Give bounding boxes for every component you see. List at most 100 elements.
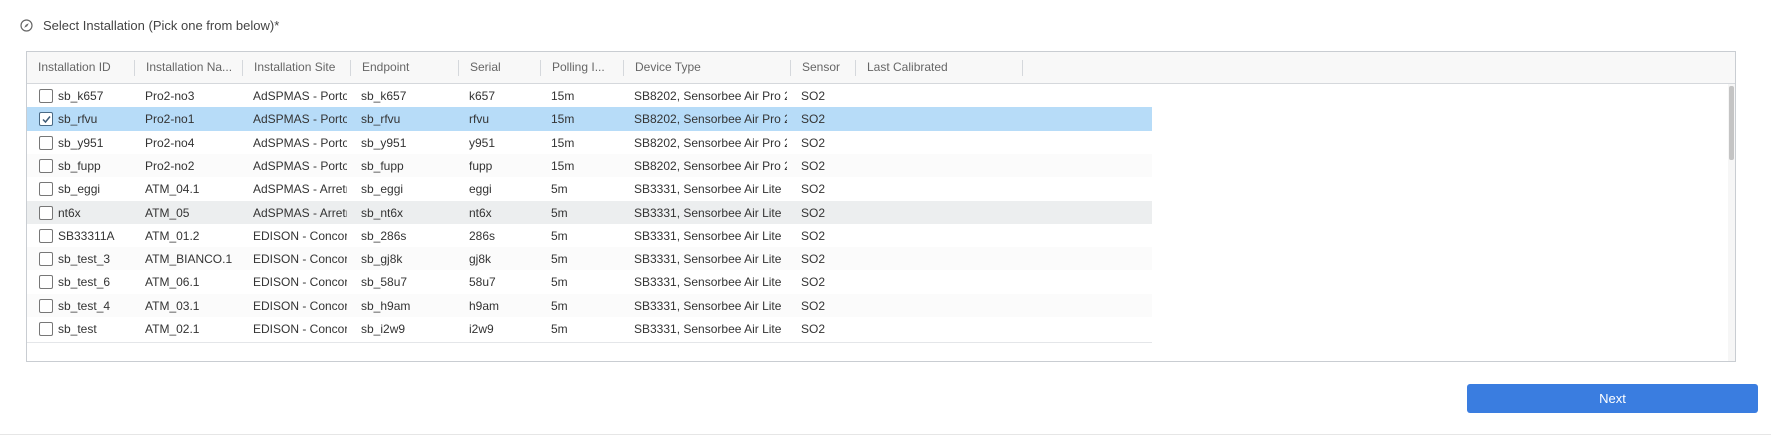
column-resize-handle[interactable] <box>1022 60 1023 76</box>
vertical-scrollbar[interactable] <box>1728 84 1735 361</box>
cell-sensor: SO2 <box>801 112 826 126</box>
cell-polling: 15m <box>551 112 575 126</box>
cell-installation-name: ATM_01.2 <box>145 229 200 243</box>
cell-installation-id: sb_test_3 <box>58 252 111 266</box>
cell-polling: 5m <box>551 299 568 313</box>
cell-device-type: SB3331, Sensorbee Air Lite <box>634 182 782 196</box>
cell-installation-site: EDISON - Concor... <box>253 275 347 289</box>
next-button[interactable]: Next <box>1467 384 1758 413</box>
cell-serial: k657 <box>469 89 496 103</box>
grid-body: sb_k657 Pro2-no3 AdSPMAS - Porto ... sb_k65… <box>27 84 1735 361</box>
cell-endpoint: sb_nt6x <box>361 206 404 220</box>
grid-header: Installation ID Installation Na... Install… <box>27 52 1735 84</box>
cell-sensor: SO2 <box>801 159 826 173</box>
cell-polling: 5m <box>551 229 568 243</box>
cell-installation-id: sb_fupp <box>58 159 101 173</box>
cell-installation-site: EDISON - Concor... <box>253 322 347 336</box>
cell-endpoint: sb_286s <box>361 229 407 243</box>
cell-installation-id: sb_test_6 <box>58 275 111 289</box>
cell-sensor: SO2 <box>801 136 826 150</box>
cell-installation-id: sb_test <box>58 322 97 336</box>
cell-last-calibrated <box>866 154 1019 179</box>
column-header-sensor[interactable]: Sensor <box>791 52 856 83</box>
column-header-installation-site[interactable]: Installation Site <box>243 52 351 83</box>
footer-divider <box>0 434 1771 435</box>
table-row[interactable]: sb_rfvu Pro2-no1 AdSPMAS - Porto ... sb_rfv… <box>27 107 1152 133</box>
cell-serial: eggi <box>469 182 492 196</box>
row-checkbox[interactable] <box>39 252 53 266</box>
row-checkbox[interactable] <box>39 206 53 220</box>
cell-serial: 286s <box>469 229 496 243</box>
cell-polling: 15m <box>551 136 575 150</box>
cell-installation-name: ATM_04.1 <box>145 182 200 196</box>
column-header-last-calibrated[interactable]: Last Calibrated <box>856 52 1023 83</box>
cell-device-type: SB8202, Sensorbee Air Pro 2 <box>634 136 787 150</box>
cell-polling: 5m <box>551 275 568 289</box>
section-header: Select Installation (Pick one from below… <box>20 17 279 33</box>
scrollbar-thumb[interactable] <box>1729 86 1734 160</box>
cell-installation-name: Pro2-no2 <box>145 159 195 173</box>
column-header-installation-name[interactable]: Installation Na... <box>135 52 243 83</box>
cell-device-type: SB3331, Sensorbee Air Lite <box>634 252 782 266</box>
cell-installation-site: AdSPMAS - Arretr... <box>253 182 347 196</box>
cell-installation-name: Pro2-no3 <box>145 89 195 103</box>
section-title: Select Installation (Pick one from below… <box>43 17 280 33</box>
cell-endpoint: sb_58u7 <box>361 275 408 289</box>
cell-installation-site: AdSPMAS - Porto ... <box>253 112 347 126</box>
cell-sensor: SO2 <box>801 89 826 103</box>
cell-serial: h9am <box>469 299 500 313</box>
checkmark-icon <box>42 116 51 124</box>
cell-serial: 58u7 <box>469 275 496 289</box>
column-header-installation-id[interactable]: Installation ID <box>27 52 135 83</box>
cell-installation-name: ATM_06.1 <box>145 275 200 289</box>
cell-installation-name: ATM_02.1 <box>145 322 200 336</box>
cell-sensor: SO2 <box>801 229 826 243</box>
column-header-endpoint[interactable]: Endpoint <box>351 52 459 83</box>
cell-installation-id: sb_y951 <box>58 136 104 150</box>
table-row[interactable]: sb_test ATM_02.1 EDISON - Concor... sb_i2w9… <box>27 317 1152 343</box>
row-checkbox[interactable] <box>39 89 53 103</box>
cell-installation-site: EDISON - Concor... <box>253 252 347 266</box>
cell-serial: gj8k <box>469 252 492 266</box>
cell-serial: y951 <box>469 136 496 150</box>
cell-sensor: SO2 <box>801 252 826 266</box>
row-checkbox[interactable] <box>39 112 53 126</box>
row-checkbox[interactable] <box>39 136 53 150</box>
column-header-serial[interactable]: Serial <box>459 52 541 83</box>
cell-polling: 5m <box>551 322 568 336</box>
cell-installation-name: ATM_05 <box>145 206 190 220</box>
cell-installation-name: Pro2-no1 <box>145 112 195 126</box>
row-checkbox[interactable] <box>39 299 53 313</box>
cell-device-type: SB3331, Sensorbee Air Lite <box>634 322 782 336</box>
row-checkbox[interactable] <box>39 229 53 243</box>
column-header-device-type[interactable]: Device Type <box>624 52 791 83</box>
table-row[interactable]: sb_test_6 ATM_06.1 EDISON - Concor... sb_58… <box>27 270 1152 296</box>
cell-device-type: SB8202, Sensorbee Air Pro 2 <box>634 159 787 173</box>
cell-last-calibrated <box>866 177 1019 202</box>
cell-endpoint: sb_fupp <box>361 159 404 173</box>
cell-sensor: SO2 <box>801 206 826 220</box>
cell-installation-id: sb_rfvu <box>58 112 98 126</box>
cell-installation-id: sb_test_4 <box>58 299 111 313</box>
cell-device-type: SB3331, Sensorbee Air Lite <box>634 229 782 243</box>
cell-installation-id: nt6x <box>58 206 81 220</box>
cell-installation-site: AdSPMAS - Arretr... <box>253 206 347 220</box>
row-checkbox[interactable] <box>39 182 53 196</box>
cell-installation-site: AdSPMAS - Porto ... <box>253 89 347 103</box>
cell-last-calibrated <box>866 224 1019 249</box>
cell-device-type: SB3331, Sensorbee Air Lite <box>634 206 782 220</box>
row-checkbox[interactable] <box>39 275 53 289</box>
cell-serial: i2w9 <box>469 322 494 336</box>
cell-endpoint: sb_i2w9 <box>361 322 406 336</box>
installation-grid: Installation ID Installation Na... Install… <box>26 51 1736 362</box>
cell-installation-site: AdSPMAS - Porto ... <box>253 159 347 173</box>
cell-sensor: SO2 <box>801 275 826 289</box>
table-row[interactable]: sb_eggi ATM_04.1 AdSPMAS - Arretr... sb_egg… <box>27 177 1152 203</box>
cell-polling: 15m <box>551 89 575 103</box>
cell-sensor: SO2 <box>801 182 826 196</box>
cell-last-calibrated <box>866 247 1019 272</box>
row-checkbox[interactable] <box>39 322 53 336</box>
column-header-polling[interactable]: Polling I... <box>541 52 624 83</box>
cell-serial: fupp <box>469 159 493 173</box>
row-checkbox[interactable] <box>39 159 53 173</box>
